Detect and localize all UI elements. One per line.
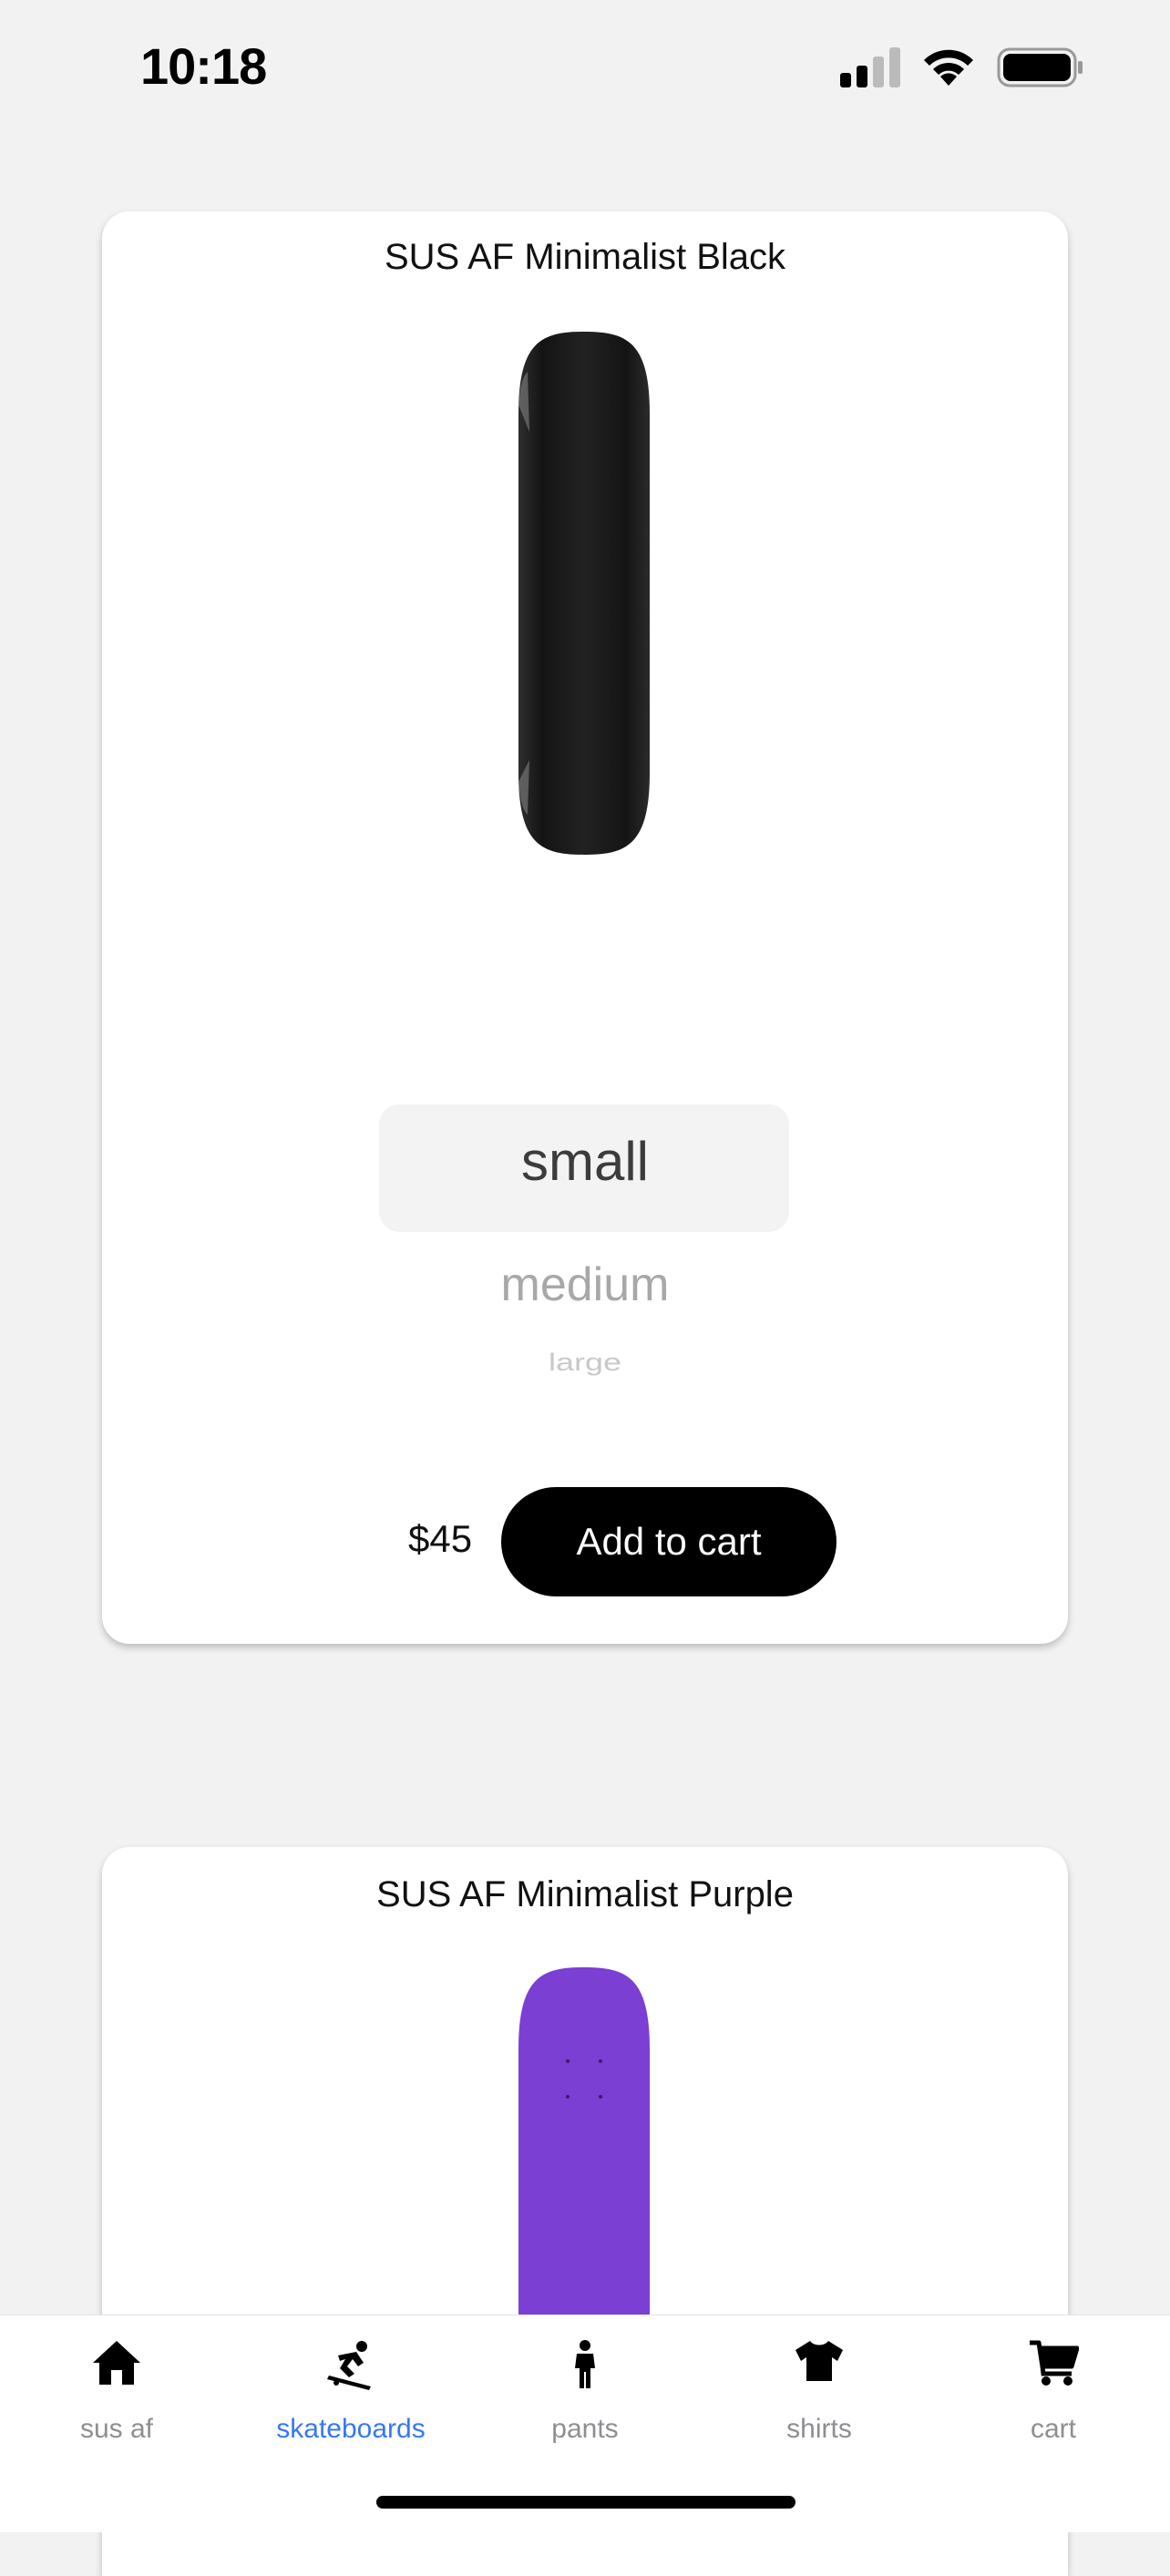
tab-label: pants — [551, 2414, 619, 2444]
add-to-cart-button[interactable]: Add to cart — [501, 1487, 836, 1596]
skateboard-deck-image — [518, 332, 650, 855]
cellular-signal-icon — [840, 47, 900, 87]
wifi-icon — [924, 49, 973, 86]
battery-icon — [997, 47, 1083, 87]
skateboard-deck-image — [518, 1967, 650, 2332]
product-card: SUS AF Minimalist Black small medium lar… — [102, 211, 1068, 1644]
tab-label: sus af — [79, 2414, 154, 2444]
size-option-large[interactable]: large — [102, 1348, 1068, 1377]
tab-skateboards[interactable]: skateboards — [234, 2315, 467, 2461]
tab-label: shirts — [786, 2414, 852, 2444]
tab-sus-af[interactable]: sus af — [0, 2315, 233, 2461]
product-title: SUS AF Minimalist Black — [384, 237, 786, 277]
status-bar: 10:18 — [0, 0, 1170, 137]
size-option-medium[interactable]: medium — [102, 1257, 1068, 1312]
skateboarder-icon — [327, 2341, 371, 2390]
tab-label: cart — [1030, 2414, 1076, 2444]
tab-pants[interactable]: pants — [468, 2315, 702, 2461]
product-price: $45 — [408, 1517, 473, 1560]
home-icon — [93, 2341, 140, 2385]
status-time: 10:18 — [140, 37, 267, 95]
size-picker[interactable]: small medium large — [102, 1104, 1068, 1405]
home-indicator[interactable] — [376, 2496, 795, 2509]
tab-bar: sus af skateboards pants shirts cart — [0, 2314, 1170, 2532]
person-icon — [575, 2340, 595, 2388]
tab-label: skateboards — [276, 2414, 426, 2444]
tab-shirts[interactable]: shirts — [703, 2315, 936, 2461]
product-title: SUS AF Minimalist Purple — [376, 1874, 794, 1914]
shirt-icon — [795, 2341, 843, 2381]
tab-cart[interactable]: cart — [937, 2315, 1170, 2461]
size-option-small[interactable]: small — [102, 1130, 1068, 1193]
cart-icon — [1030, 2340, 1079, 2386]
